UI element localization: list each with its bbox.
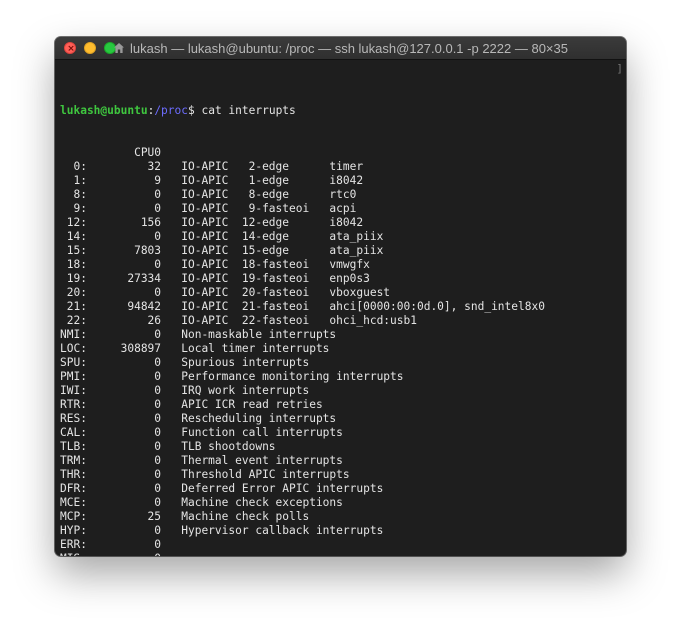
- output-line: 12: 156 IO-APIC 12-edge i8042: [60, 216, 364, 229]
- output-line: 19: 27334 IO-APIC 19-fasteoi enp0s3: [60, 272, 370, 285]
- output-line: 15: 7803 IO-APIC 15-edge ata_piix: [60, 244, 384, 257]
- output-line: MCP: 25 Machine check polls: [60, 510, 310, 523]
- output-line: HYP: 0 Hypervisor callback interrupts: [60, 524, 384, 537]
- title-bar[interactable]: × lukash — lukash@ubuntu: /proc — ssh lu…: [55, 37, 626, 60]
- output-line: IWI: 0 IRQ work interrupts: [60, 384, 310, 397]
- output-line: 14: 0 IO-APIC 14-edge ata_piix: [60, 230, 384, 243]
- output-line: 9: 0 IO-APIC 9-fasteoi acpi: [60, 202, 357, 215]
- prompt-user-host: lukash@ubuntu: [60, 104, 148, 117]
- window-title-area: lukash — lukash@ubuntu: /proc — ssh luka…: [55, 37, 626, 59]
- prompt-symbol: $: [188, 104, 195, 117]
- output-line: ERR: 0: [60, 538, 162, 551]
- output-line: 0: 32 IO-APIC 2-edge timer: [60, 160, 364, 173]
- output-line: MCE: 0 Machine check exceptions: [60, 496, 343, 509]
- output-line: MIS: 0: [60, 552, 626, 556]
- output-line: 18: 0 IO-APIC 18-fasteoi vmwgfx: [60, 258, 370, 271]
- prompt-path: /proc: [154, 104, 188, 117]
- terminal-window: × lukash — lukash@ubuntu: /proc — ssh lu…: [55, 37, 626, 556]
- window-title: lukash — lukash@ubuntu: /proc — ssh luka…: [130, 40, 568, 56]
- output-line: 21: 94842 IO-APIC 21-fasteoi ahci[0000:0…: [60, 300, 545, 313]
- command-output: CPU0 0: 32 IO-APIC 2-edge timer 1: 9 IO-…: [60, 146, 626, 556]
- command-text: cat interrupts: [194, 104, 296, 117]
- terminal-content[interactable]: ] lukash@ubuntu:/proc$ cat interrupts CP…: [55, 60, 626, 556]
- output-line: THR: 0 Threshold APIC interrupts: [60, 468, 350, 481]
- output-line: RES: 0 Rescheduling interrupts: [60, 412, 337, 425]
- output-line: RTR: 0 APIC ICR read retries: [60, 398, 323, 411]
- output-line: SPU: 0 Spurious interrupts: [60, 356, 310, 369]
- output-line: CAL: 0 Function call interrupts: [60, 426, 343, 439]
- scroll-indicator: ]: [616, 62, 623, 75]
- output-line: NMI: 0 Non-maskable interrupts: [60, 328, 337, 341]
- output-line: 1: 9 IO-APIC 1-edge i8042: [60, 174, 364, 187]
- output-line: LOC: 308897 Local timer interrupts: [60, 342, 330, 355]
- output-line: CPU0: [60, 146, 209, 159]
- output-line: 22: 26 IO-APIC 22-fasteoi ohci_hcd:usb1: [60, 314, 417, 327]
- output-line: DFR: 0 Deferred Error APIC interrupts: [60, 482, 384, 495]
- output-line: TLB: 0 TLB shootdowns: [60, 440, 276, 453]
- command-line: lukash@ubuntu:/proc$ cat interrupts: [60, 104, 626, 118]
- output-line: PMI: 0 Performance monitoring interrupts: [60, 370, 404, 383]
- output-line: 20: 0 IO-APIC 20-fasteoi vboxguest: [60, 286, 391, 299]
- home-icon: [114, 43, 125, 53]
- output-line: 8: 0 IO-APIC 8-edge rtc0: [60, 188, 357, 201]
- output-line: TRM: 0 Thermal event interrupts: [60, 454, 343, 467]
